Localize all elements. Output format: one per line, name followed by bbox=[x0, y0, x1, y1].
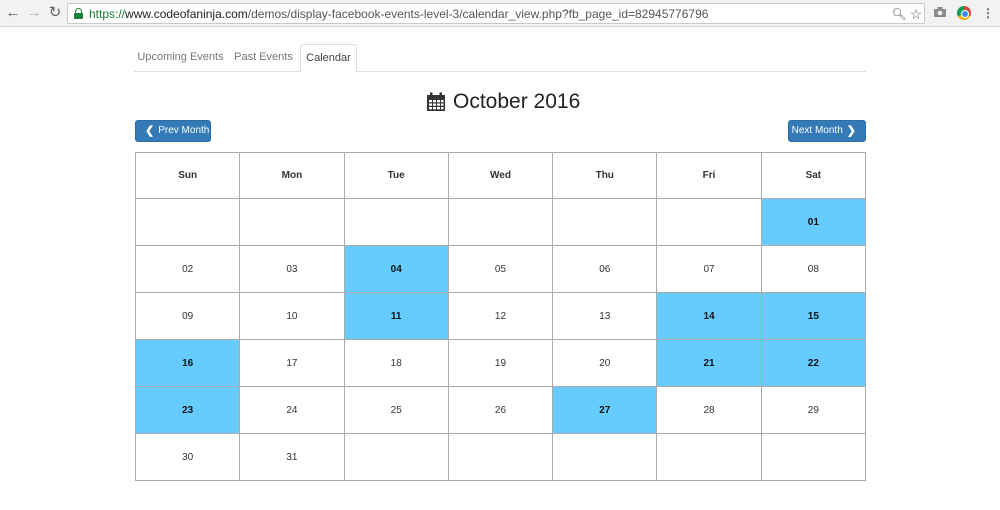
reload-icon[interactable]: ↻ bbox=[46, 4, 64, 22]
empty-day-cell bbox=[239, 198, 345, 246]
event-day-cell[interactable]: 21 bbox=[656, 339, 762, 387]
chevron-right-icon: ❯ bbox=[846, 125, 856, 137]
day-cell: 30 bbox=[134, 433, 241, 481]
week-row: 02 03 04 05 06 07 08 bbox=[134, 245, 867, 293]
empty-day-cell bbox=[552, 198, 658, 246]
browser-toolbar: ← → ↻ https://www.codeofaninja.com/demos… bbox=[0, 0, 1000, 27]
weekday-mon: Mon bbox=[239, 152, 345, 199]
event-day-cell[interactable]: 01 bbox=[760, 198, 867, 246]
url-scheme: https:// bbox=[89, 7, 126, 21]
star-icon[interactable]: ☆ bbox=[908, 6, 924, 22]
chrome-extension-icon[interactable] bbox=[956, 5, 972, 21]
day-cell: 06 bbox=[552, 245, 658, 293]
day-cell: 17 bbox=[239, 339, 345, 387]
week-row: 09 10 11 12 13 14 15 bbox=[134, 292, 867, 340]
event-day-cell[interactable]: 16 bbox=[134, 339, 241, 387]
event-day-cell[interactable]: 04 bbox=[343, 245, 449, 293]
empty-day-cell bbox=[760, 433, 867, 481]
calendar-title: October 2016 bbox=[426, 89, 580, 115]
tab-past-events[interactable]: Past Events bbox=[227, 44, 300, 72]
day-cell: 07 bbox=[656, 245, 762, 293]
url-text: https://www.codeofaninja.com/demos/displ… bbox=[89, 7, 708, 21]
day-cell: 19 bbox=[447, 339, 554, 387]
empty-day-cell bbox=[343, 433, 449, 481]
event-day-cell[interactable]: 11 bbox=[343, 292, 449, 340]
tab-calendar[interactable]: Calendar bbox=[300, 44, 357, 73]
week-row: 01 bbox=[134, 198, 867, 246]
event-day-cell[interactable]: 14 bbox=[656, 292, 762, 340]
weekday-wed: Wed bbox=[447, 152, 554, 199]
empty-day-cell bbox=[656, 433, 762, 481]
week-row: 16 17 18 19 20 21 22 bbox=[134, 339, 867, 387]
day-cell: 26 bbox=[447, 386, 554, 434]
url-host: www.codeofaninja.com bbox=[125, 7, 248, 21]
lock-icon bbox=[74, 8, 83, 19]
day-cell: 31 bbox=[239, 433, 345, 481]
empty-day-cell bbox=[447, 198, 554, 246]
day-cell: 18 bbox=[343, 339, 449, 387]
camera-icon[interactable] bbox=[932, 5, 948, 21]
month-title: October 2016 bbox=[453, 90, 581, 113]
day-cell: 10 bbox=[239, 292, 345, 340]
weekday-sun: Sun bbox=[134, 152, 241, 199]
calendar-grid: Sun Mon Tue Wed Thu Fri Sat 01 02 03 04 05 06… bbox=[134, 152, 867, 481]
empty-day-cell bbox=[343, 198, 449, 246]
day-cell: 05 bbox=[447, 245, 554, 293]
event-day-cell[interactable]: 22 bbox=[760, 339, 867, 387]
chevron-left-icon: ❮ bbox=[145, 125, 155, 137]
event-day-cell[interactable]: 15 bbox=[760, 292, 867, 340]
day-cell: 08 bbox=[760, 245, 867, 293]
event-day-cell[interactable]: 27 bbox=[552, 386, 658, 434]
prev-month-label: Prev Month bbox=[158, 125, 210, 136]
empty-day-cell bbox=[134, 198, 241, 246]
day-cell: 03 bbox=[239, 245, 345, 293]
weekday-header-row: Sun Mon Tue Wed Thu Fri Sat bbox=[134, 152, 867, 199]
day-cell: 12 bbox=[447, 292, 554, 340]
day-cell: 29 bbox=[760, 386, 867, 434]
prev-month-button[interactable]: ❮ Prev Month bbox=[135, 120, 211, 142]
weekday-tue: Tue bbox=[343, 152, 449, 199]
next-month-button[interactable]: Next Month ❯ bbox=[788, 120, 866, 142]
forward-arrow-icon[interactable]: → bbox=[25, 4, 43, 22]
calendar-icon bbox=[426, 92, 446, 112]
day-cell: 13 bbox=[552, 292, 658, 340]
tab-upcoming-events[interactable]: Upcoming Events bbox=[134, 44, 227, 72]
day-cell: 02 bbox=[134, 245, 241, 293]
next-month-label: Next Month bbox=[791, 125, 843, 136]
menu-dots-icon[interactable]: ⋮ bbox=[980, 5, 996, 21]
weekday-thu: Thu bbox=[552, 152, 658, 199]
event-day-cell[interactable]: 23 bbox=[134, 386, 241, 434]
weekday-sat: Sat bbox=[760, 152, 867, 199]
back-arrow-icon[interactable]: ← bbox=[4, 4, 22, 22]
day-cell: 09 bbox=[134, 292, 241, 340]
day-cell: 25 bbox=[343, 386, 449, 434]
empty-day-cell bbox=[447, 433, 554, 481]
address-bar[interactable]: https://www.codeofaninja.com/demos/displ… bbox=[67, 3, 925, 24]
event-tabs: Upcoming Events Past Events Calendar bbox=[134, 44, 866, 73]
empty-day-cell bbox=[552, 433, 658, 481]
day-cell: 20 bbox=[552, 339, 658, 387]
url-path: /demos/display-facebook-events-level-3/c… bbox=[247, 7, 709, 21]
weekday-fri: Fri bbox=[656, 152, 762, 199]
week-row: 23 24 25 26 27 28 29 bbox=[134, 386, 867, 434]
day-cell: 24 bbox=[239, 386, 345, 434]
week-row: 30 31 bbox=[134, 433, 867, 481]
day-cell: 28 bbox=[656, 386, 762, 434]
zoom-icon[interactable]: 🔍︎ bbox=[891, 6, 907, 22]
empty-day-cell bbox=[656, 198, 762, 246]
